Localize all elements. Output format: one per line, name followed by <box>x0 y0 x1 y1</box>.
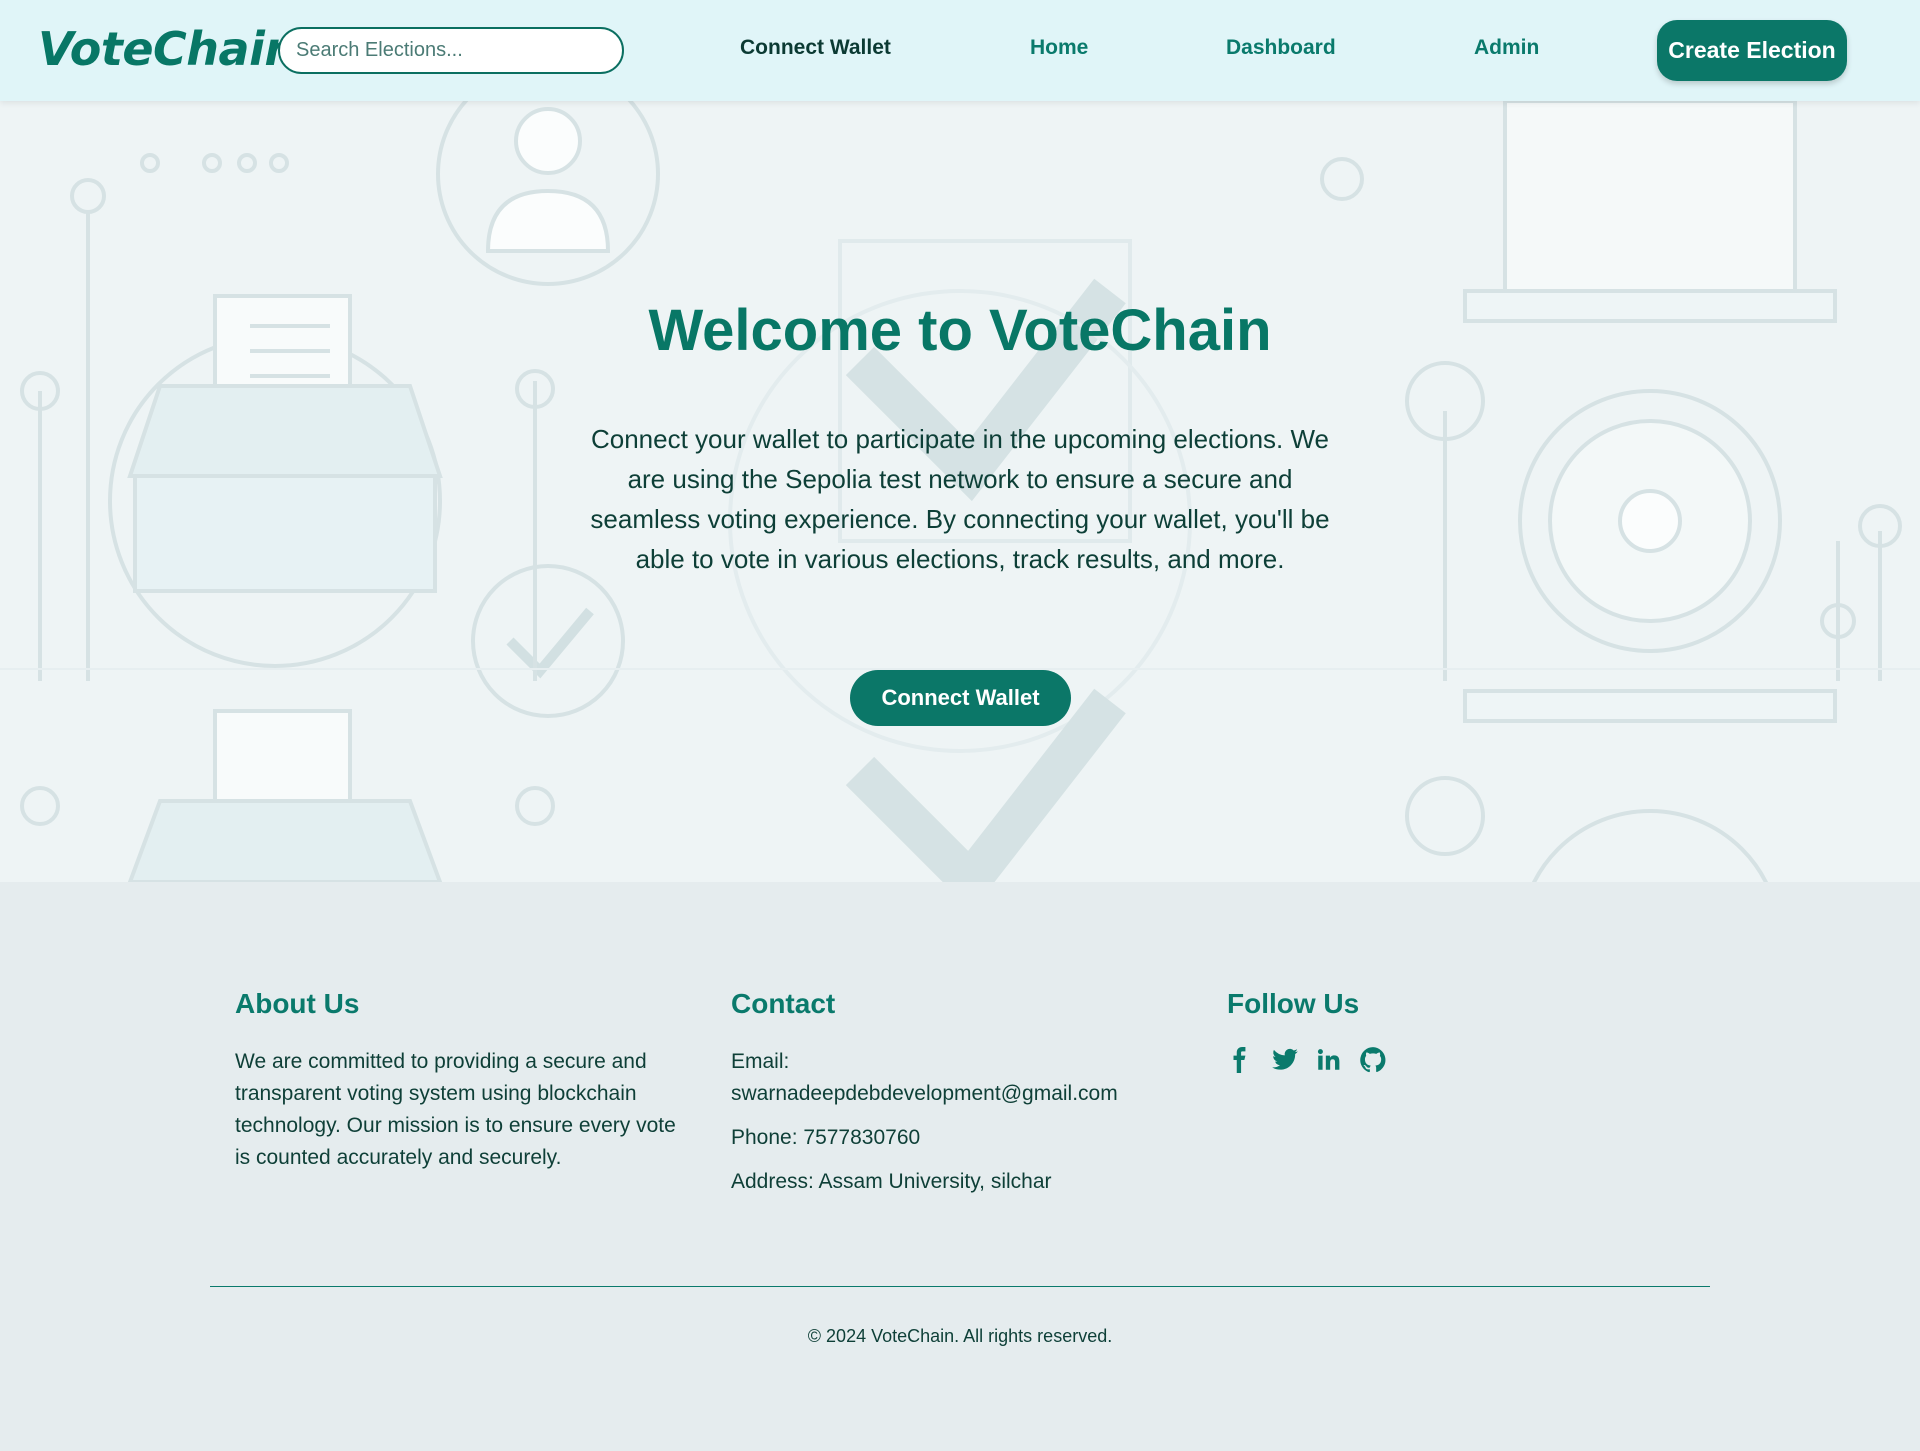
nav-connect-wallet[interactable]: Connect Wallet <box>740 36 891 60</box>
social-links <box>1227 1046 1627 1074</box>
contact-address: Address: Assam University, silchar <box>731 1170 1052 1193</box>
hero-section: Welcome to VoteChain Connect your wallet… <box>0 101 1920 882</box>
follow-heading: Follow Us <box>1227 988 1360 1019</box>
footer-divider <box>210 1286 1710 1287</box>
nav-dashboard[interactable]: Dashboard <box>1226 36 1336 60</box>
github-icon[interactable] <box>1359 1046 1386 1074</box>
contact-email-label: Email: <box>731 1050 790 1073</box>
hero-description: Connect your wallet to participate in th… <box>590 424 1330 574</box>
contact-email[interactable]: swarnadeepdebdevelopment@gmail.com <box>731 1078 1191 1110</box>
navbar: VoteChain Connect Wallet Home Dashboard … <box>0 0 1920 101</box>
about-text: We are committed to providing a secure a… <box>235 1050 676 1169</box>
linkedin-icon[interactable] <box>1315 1046 1341 1074</box>
footer-follow: Follow Us <box>1227 988 1627 1074</box>
footer-about: About Us We are committed to providing a… <box>235 988 695 1174</box>
footer-contact: Contact Email: swarnadeepdebdevelopment@… <box>731 988 1191 1210</box>
create-election-button[interactable]: Create Election <box>1657 20 1847 81</box>
logo[interactable]: VoteChain <box>38 22 297 76</box>
twitter-icon[interactable] <box>1271 1046 1298 1074</box>
about-heading: About Us <box>235 988 360 1019</box>
contact-phone: Phone: 7577830760 <box>731 1126 921 1149</box>
nav-home[interactable]: Home <box>1030 36 1088 60</box>
copyright-text: © 2024 VoteChain. All rights reserved. <box>807 1326 1113 1346</box>
nav-admin[interactable]: Admin <box>1474 36 1539 60</box>
hero-title: Welcome to VoteChain <box>648 298 1272 363</box>
facebook-icon[interactable] <box>1227 1046 1253 1074</box>
search-input[interactable] <box>278 27 624 74</box>
contact-heading: Contact <box>731 988 836 1019</box>
connect-wallet-button[interactable]: Connect Wallet <box>850 670 1071 726</box>
